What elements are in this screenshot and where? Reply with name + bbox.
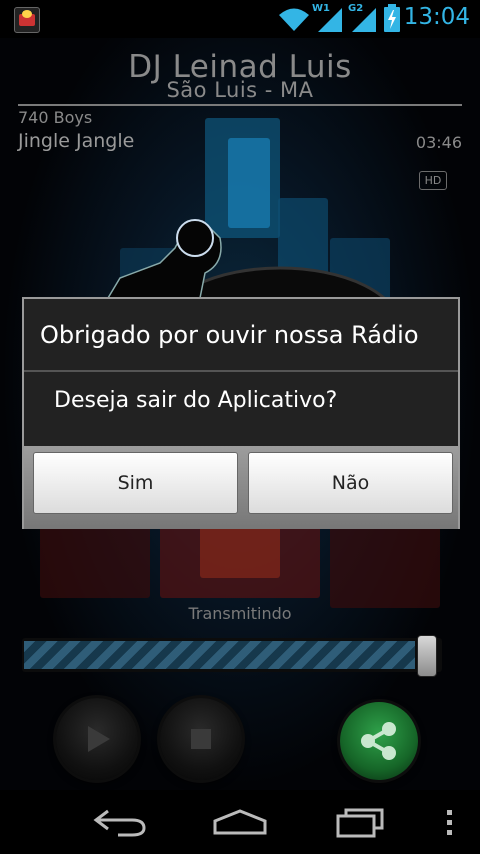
exit-dialog: Obrigado por ouvir nossa Rádio Deseja sa…	[22, 297, 460, 529]
signal-icon	[318, 8, 342, 32]
recent-apps-icon[interactable]	[336, 804, 388, 838]
status-time: 13:04	[403, 4, 470, 30]
yes-button[interactable]: Sim	[33, 452, 238, 514]
back-icon[interactable]	[92, 808, 148, 838]
artist-name: 740 Boys	[18, 108, 93, 127]
song-title: Jingle Jangle	[18, 130, 135, 152]
stop-icon	[191, 729, 211, 749]
signal-icon-2	[352, 8, 376, 32]
header-divider	[18, 104, 462, 106]
stop-button[interactable]	[160, 698, 242, 780]
dialog-divider	[24, 370, 458, 372]
overflow-menu-icon[interactable]	[444, 808, 454, 838]
stream-progress-bar[interactable]	[22, 638, 442, 672]
home-icon[interactable]	[212, 808, 268, 836]
station-location: São Luis - MA	[166, 78, 314, 102]
share-icon	[361, 722, 396, 760]
dialog-message: Deseja sair do Aplicativo?	[54, 388, 338, 413]
dialog-button-bar: Sim Não	[24, 446, 458, 529]
hd-badge: HD	[419, 171, 447, 190]
wifi-icon	[279, 8, 309, 31]
song-duration: 03:46	[415, 133, 462, 152]
status-bar: W1 G2 13:04	[0, 0, 480, 38]
no-button[interactable]: Não	[248, 452, 453, 514]
app-notification-icon	[14, 7, 40, 33]
system-navigation-bar	[0, 790, 480, 854]
stream-progress-fill	[24, 641, 415, 669]
stream-status: Transmitindo	[188, 604, 292, 623]
share-button[interactable]	[340, 702, 418, 780]
battery-charging-icon	[384, 4, 400, 32]
play-icon	[88, 726, 110, 752]
progress-thumb[interactable]	[417, 635, 437, 677]
dialog-title: Obrigado por ouvir nossa Rádio	[40, 321, 419, 349]
play-button[interactable]	[56, 698, 138, 780]
